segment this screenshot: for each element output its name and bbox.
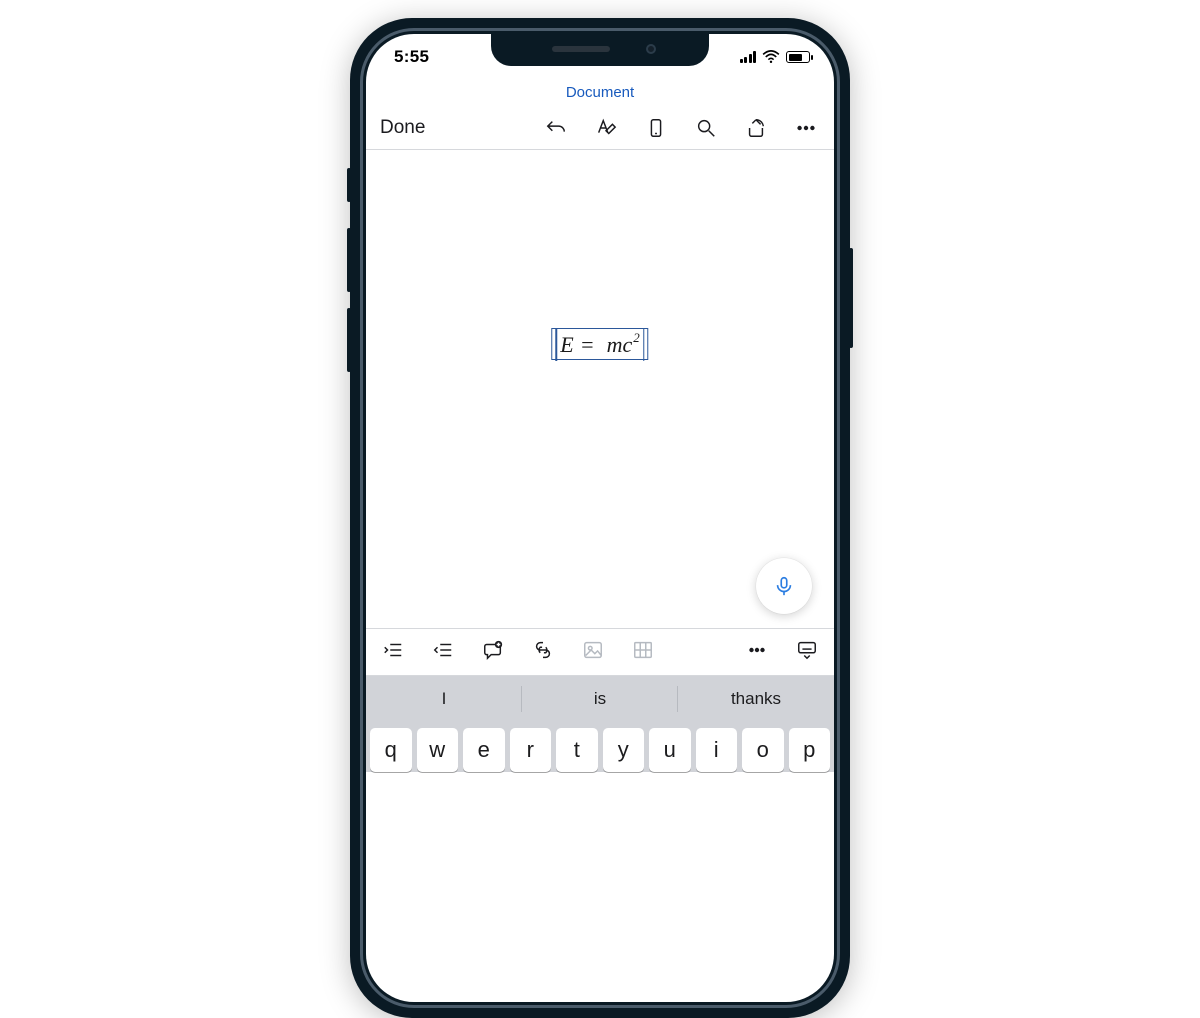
suggestion-item[interactable]: is (522, 676, 678, 722)
notch (491, 34, 709, 66)
indent-increase-icon[interactable] (382, 639, 404, 666)
format-more-icon[interactable] (746, 639, 768, 666)
mobile-view-icon[interactable] (644, 116, 668, 140)
keyboard-key[interactable]: i (696, 728, 738, 772)
equation-rhs-exp: 2 (633, 330, 640, 346)
suggestion-item[interactable]: I (366, 676, 522, 722)
dictation-button[interactable] (756, 558, 812, 614)
top-toolbar: Done (366, 106, 834, 150)
more-icon[interactable] (794, 116, 818, 140)
keyboard-key[interactable]: p (789, 728, 831, 772)
equation-lhs: E (560, 332, 573, 358)
image-insert-icon[interactable] (582, 639, 604, 666)
comment-add-icon[interactable] (482, 639, 504, 666)
dismiss-keyboard-icon[interactable] (796, 639, 818, 666)
keyboard-key[interactable]: o (742, 728, 784, 772)
done-button[interactable]: Done (380, 117, 425, 139)
indent-decrease-icon[interactable] (432, 639, 454, 666)
keyboard-key[interactable]: r (510, 728, 552, 772)
suggestion-item[interactable]: thanks (678, 676, 834, 722)
keyboard-key[interactable]: u (649, 728, 691, 772)
format-toolbar (366, 628, 834, 676)
keyboard-key[interactable]: q (370, 728, 412, 772)
text-format-icon[interactable] (594, 116, 618, 140)
speaker-grill (552, 46, 610, 52)
keyboard-key[interactable]: w (417, 728, 459, 772)
document-canvas[interactable]: E = mc2 (366, 150, 834, 628)
microphone-icon (773, 575, 795, 597)
link-icon[interactable] (532, 639, 554, 666)
keyboard-key[interactable]: e (463, 728, 505, 772)
cellular-signal-icon (740, 51, 757, 63)
keyboard-suggestion-bar: I is thanks (366, 676, 834, 722)
equation-rhs-base: mc (607, 332, 633, 358)
status-time: 5:55 (394, 47, 429, 67)
document-title[interactable]: Document (366, 80, 834, 106)
equation-op: = (580, 332, 595, 358)
ring-switch (347, 168, 351, 202)
phone-frame: 5:55 Document Done (350, 18, 850, 1018)
search-icon[interactable] (694, 116, 718, 140)
keyboard-row: q w e r t y u i o p (366, 722, 834, 772)
battery-icon (786, 51, 810, 63)
equation-object[interactable]: E = mc2 (551, 328, 648, 360)
undo-icon[interactable] (544, 116, 568, 140)
volume-down-button (347, 308, 351, 372)
share-icon[interactable] (744, 116, 768, 140)
table-insert-icon[interactable] (632, 639, 654, 666)
volume-up-button (347, 228, 351, 292)
power-button (849, 248, 853, 348)
front-camera (646, 44, 656, 54)
status-icons (740, 50, 811, 64)
keyboard-key[interactable]: t (556, 728, 598, 772)
keyboard-key[interactable]: y (603, 728, 645, 772)
wifi-icon (762, 50, 780, 64)
screen: 5:55 Document Done (366, 34, 834, 1002)
